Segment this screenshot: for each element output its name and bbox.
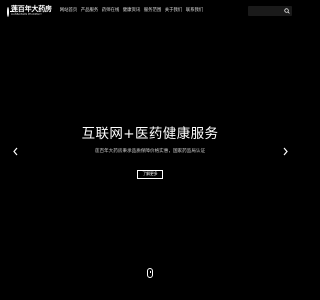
nav-item-pharmacist[interactable]: 药师在线 xyxy=(100,7,121,15)
hero-title: 互联网+医药健康服务 xyxy=(81,126,219,142)
search-icon[interactable] xyxy=(282,6,292,16)
top-navigation-bar: 莲百年大药房 LIANBAINIAN PHARMACY 网站首页 产品服务 药师… xyxy=(0,0,300,22)
nav-item-products[interactable]: 产品服务 xyxy=(79,7,100,15)
scroll-down-mouse-icon[interactable] xyxy=(147,268,153,278)
logo-mark-icon xyxy=(7,6,14,17)
hero-subtitle: 莲百年大药房秉承品质保障价格实惠，国家药监局认证 xyxy=(94,149,206,154)
carousel-next-arrow-icon[interactable] xyxy=(281,145,289,157)
nav-item-health-news[interactable]: 健康资讯 xyxy=(121,7,142,15)
carousel-prev-arrow-icon[interactable] xyxy=(11,145,19,157)
logo-subname: LIANBAINIAN PHARMACY xyxy=(11,13,42,17)
mouse-wheel xyxy=(150,271,151,273)
search-box xyxy=(248,6,292,16)
search-input[interactable] xyxy=(248,8,282,14)
logo-text: 莲百年大药房 LIANBAINIAN PHARMACY xyxy=(11,6,52,17)
nav-item-home[interactable]: 网站首页 xyxy=(58,7,79,15)
nav-item-contact[interactable]: 联系我们 xyxy=(184,7,205,15)
nav-item-about[interactable]: 关于我们 xyxy=(163,7,184,15)
main-nav: 网站首页 产品服务 药师在线 健康资讯 服务范围 关于我们 联系我们 xyxy=(58,7,205,15)
site-logo[interactable]: 莲百年大药房 LIANBAINIAN PHARMACY xyxy=(7,5,52,18)
learn-more-button[interactable]: 了解更多 xyxy=(137,170,163,179)
nav-item-service-scope[interactable]: 服务范围 xyxy=(142,7,163,15)
